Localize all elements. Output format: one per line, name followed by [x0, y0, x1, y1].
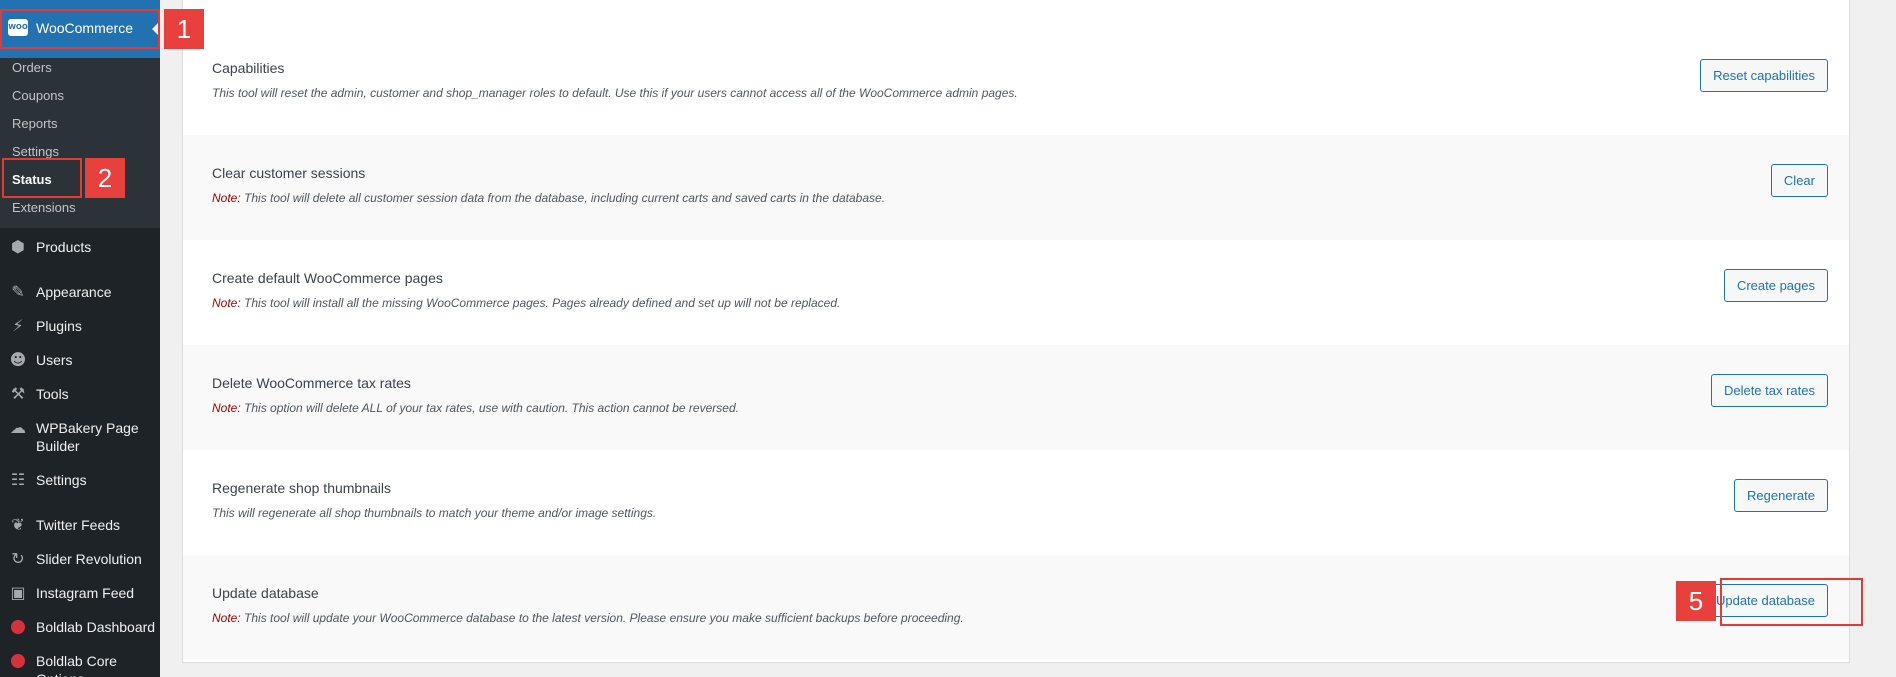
tool-title: Delete WooCommerce tax rates — [212, 375, 411, 391]
tool-row-update-database: Update database Note: This tool will upd… — [183, 555, 1849, 660]
annotation-box-update-database — [1720, 578, 1863, 626]
clear-button[interactable]: Clear — [1770, 164, 1828, 197]
tool-row-clear-sessions: Clear customer sessions Note: This tool … — [183, 135, 1849, 240]
tool-description: Note: This tool will install all the mis… — [212, 296, 841, 310]
woocommerce-submenu: Orders Coupons Reports Settings Status E… — [0, 58, 160, 228]
admin-sidebar: WOO WooCommerce Orders Coupons Reports S… — [0, 0, 160, 677]
plug-icon: ⚡ — [12, 316, 24, 335]
sidebar-item-label: Tools — [36, 386, 69, 402]
tool-row-create-pages: Create default WooCommerce pages Note: T… — [183, 240, 1849, 345]
wrench-icon: ⚒ — [10, 384, 26, 403]
tool-title: Update database — [212, 585, 319, 601]
reset-capabilities-button[interactable]: Reset capabilities — [1700, 59, 1828, 92]
tool-row-capabilities: Capabilities This tool will reset the ad… — [183, 30, 1849, 135]
sidebar-item-label: WPBakery Page Builder — [36, 420, 139, 454]
tool-title: Capabilities — [212, 60, 285, 76]
sidebar-item-label: Users — [36, 352, 73, 368]
camera-icon: ▣ — [10, 583, 26, 602]
tool-title: Regenerate shop thumbnails — [212, 480, 392, 496]
tools-table: Capabilities This tool will reset the ad… — [182, 0, 1850, 663]
red-dot-icon — [8, 651, 28, 671]
box-icon: ⬢ — [11, 237, 25, 256]
sidebar-item-label: Instagram Feed — [36, 585, 135, 601]
note-label: Note: — [212, 401, 241, 415]
tool-description: This will regenerate all shop thumbnails… — [212, 506, 657, 520]
sidebar-item-label: Boldlab Dashboard — [36, 619, 156, 635]
tool-description: Note: This tool will delete all customer… — [212, 191, 886, 205]
annotation-box-status — [2, 158, 82, 198]
tool-title: Clear customer sessions — [212, 165, 366, 181]
tool-row-regenerate-thumbnails: Regenerate shop thumbnails This will reg… — [183, 450, 1849, 555]
sidebar-item-label: Appearance — [36, 284, 112, 300]
submenu-item-extensions[interactable]: Extensions — [12, 200, 76, 215]
brush-icon: ✎ — [11, 282, 25, 301]
submenu-item-reports[interactable]: Reports — [12, 116, 58, 131]
note-label: Note: — [212, 191, 241, 205]
sidebar-item-label: Products — [36, 239, 92, 255]
red-dot-icon — [8, 617, 28, 637]
page-margin — [1850, 0, 1896, 677]
refresh-icon: ↻ — [11, 549, 25, 568]
sidebar-item-label: Slider Revolution — [36, 551, 142, 567]
cloud-icon: ☁ — [10, 418, 26, 437]
note-label: Note: — [212, 296, 241, 310]
tool-description: Note: This option will delete ALL of you… — [212, 401, 739, 415]
annotation-badge: 2 — [85, 158, 125, 198]
regenerate-button[interactable]: Regenerate — [1734, 479, 1828, 512]
tool-title: Create default WooCommerce pages — [212, 270, 443, 286]
sidebar-item-label: Twitter Feeds — [36, 517, 121, 533]
create-pages-button[interactable]: Create pages — [1723, 269, 1828, 302]
note-label: Note: — [212, 611, 241, 625]
submenu-item-settings[interactable]: Settings — [12, 144, 59, 159]
sliders-icon: ☷ — [10, 470, 26, 489]
annotation-badge: 5 — [1676, 581, 1716, 621]
sidebar-item-label: Plugins — [36, 318, 82, 334]
submenu-item-orders[interactable]: Orders — [12, 60, 52, 75]
user-icon: ☻ — [9, 350, 27, 369]
tool-row-delete-tax-rates: Delete WooCommerce tax rates Note: This … — [183, 345, 1849, 450]
sidebar-item-label: Boldlab Core Options — [36, 653, 117, 677]
tool-description: This tool will reset the admin, customer… — [212, 86, 1018, 100]
table-row-partial — [183, 0, 1849, 30]
annotation-box-woocommerce — [0, 9, 160, 49]
submenu-item-coupons[interactable]: Coupons — [12, 88, 64, 103]
annotation-badge: 1 — [164, 9, 204, 49]
tool-description: Note: This tool will update your WooComm… — [212, 611, 964, 625]
twitter-icon: ❦ — [11, 515, 25, 534]
sidebar-item-label: Settings — [36, 472, 87, 488]
delete-tax-rates-button[interactable]: Delete tax rates — [1710, 374, 1828, 407]
